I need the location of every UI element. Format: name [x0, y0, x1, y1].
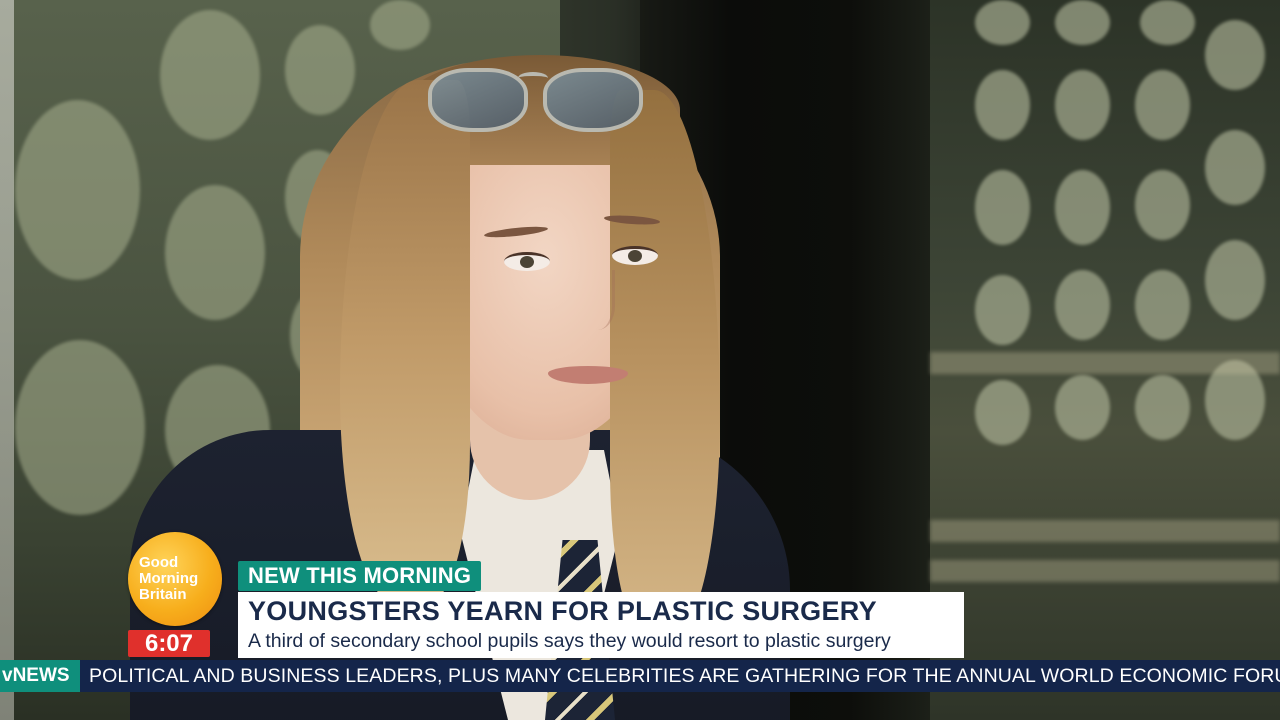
bokeh-dot — [285, 25, 355, 115]
glasses-lens-right — [543, 68, 643, 132]
bokeh-dot — [1205, 20, 1265, 90]
strap-tag: NEW THIS MORNING — [238, 561, 482, 591]
bokeh-dot — [1135, 270, 1190, 340]
bokeh-dot — [160, 10, 260, 140]
bokeh-dot — [1055, 270, 1110, 340]
bokeh-dot — [975, 275, 1030, 345]
bokeh-dot — [15, 340, 145, 515]
logo-line: Britain — [139, 586, 187, 603]
logo-line: Good — [139, 554, 179, 571]
headline: YOUNGSTERS YEARN FOR PLASTIC SURGERY — [248, 596, 877, 626]
bokeh-dot — [1055, 0, 1110, 45]
bokeh-dot — [1055, 170, 1110, 245]
background-shelf — [930, 560, 1280, 582]
bokeh-dot — [165, 185, 265, 320]
logo-line: Morning — [139, 570, 199, 587]
subheadline: A third of secondary school pupils says … — [248, 630, 891, 652]
headline-strap: YOUNGSTERS YEARN FOR PLASTIC SURGERY A t… — [238, 592, 964, 658]
good-morning-britain-logo: Good Morning Britain — [128, 532, 222, 626]
bokeh-dot — [1055, 70, 1110, 140]
nose — [572, 270, 615, 330]
on-air-clock: 6:07 — [128, 630, 210, 657]
bokeh-dot — [1135, 170, 1190, 240]
glasses-bridge — [518, 72, 548, 84]
ticker-text: POLITICAL AND BUSINESS LEADERS, PLUS MAN… — [89, 665, 1280, 687]
eye-right — [612, 246, 658, 265]
bokeh-dot — [975, 380, 1030, 445]
sunglasses-on-head — [428, 58, 643, 132]
bokeh-dot — [1135, 375, 1190, 440]
news-ticker: vNEWS POLITICAL AND BUSINESS LEADERS, PL… — [0, 660, 1280, 692]
glasses-lens-left — [428, 68, 528, 132]
bokeh-dot — [1135, 70, 1190, 140]
ticker-brand: vNEWS — [0, 660, 80, 692]
bokeh-dot — [370, 0, 430, 50]
bokeh-dot — [1205, 240, 1265, 320]
bokeh-dot — [1140, 0, 1195, 45]
bokeh-dot — [975, 0, 1030, 45]
bokeh-dot — [975, 70, 1030, 140]
bokeh-dot — [15, 100, 140, 280]
eye-left — [504, 252, 550, 271]
background-shelf — [930, 520, 1280, 542]
bokeh-dot — [1055, 375, 1110, 440]
bokeh-dot — [975, 170, 1030, 245]
background-shelf — [930, 352, 1280, 374]
bokeh-dot — [1205, 130, 1265, 205]
background-edge-strip — [0, 0, 14, 720]
